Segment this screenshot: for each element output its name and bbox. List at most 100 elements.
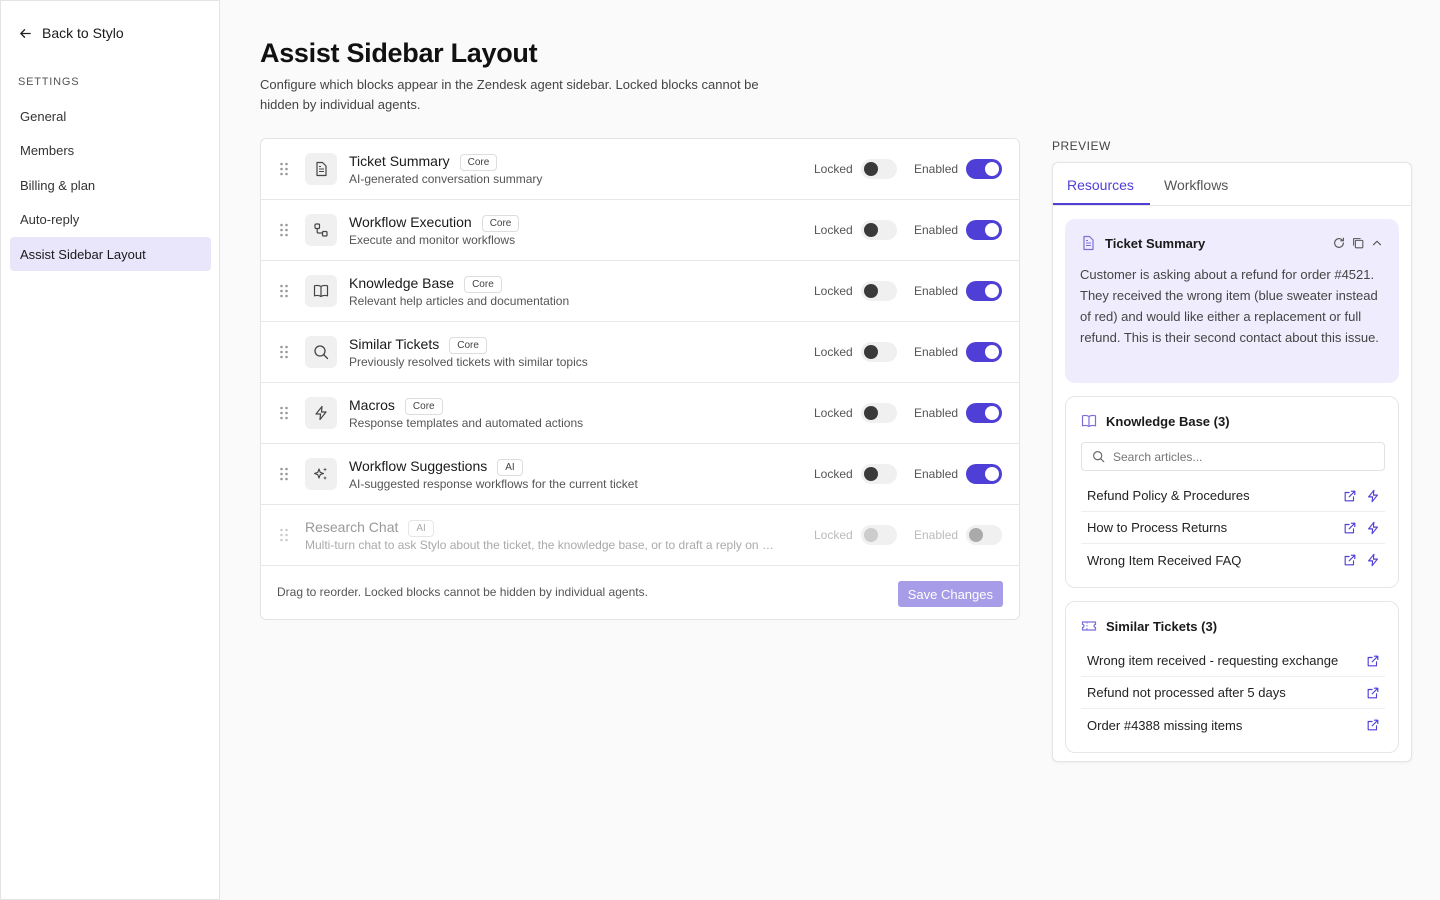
enabled-toggle[interactable] bbox=[966, 342, 1002, 362]
knowledge-base-title: Knowledge Base (3) bbox=[1106, 413, 1230, 429]
sparkles-icon bbox=[313, 467, 327, 480]
block-row[interactable]: Research Chat AI Multi-turn chat to ask St… bbox=[261, 505, 1019, 566]
block-row[interactable]: Knowledge Base Core Relevant help articles… bbox=[261, 261, 1019, 322]
toggle-knob bbox=[864, 528, 878, 542]
back-link[interactable]: Back to Stylo bbox=[18, 25, 124, 41]
chevron-up-icon[interactable] bbox=[1370, 236, 1384, 250]
locked-label: Locked bbox=[814, 284, 853, 298]
block-name: Workflow Suggestions AI bbox=[349, 458, 523, 476]
block-name: Workflow Execution Core bbox=[349, 214, 520, 232]
block-badge: AI bbox=[497, 459, 523, 476]
locked-toggle[interactable] bbox=[861, 342, 897, 362]
article-list: Refund Policy & Procedures How to Process… bbox=[1081, 480, 1385, 576]
ticket-icon bbox=[1081, 621, 1097, 631]
external-link-icon[interactable] bbox=[1343, 521, 1357, 535]
page-title: Assist Sidebar Layout bbox=[260, 38, 538, 68]
blocks-footer: Drag to reorder. Locked blocks cannot be… bbox=[261, 567, 1019, 620]
similar-ticket-list: Wrong item received - requesting exchang… bbox=[1081, 645, 1385, 741]
enabled-toggle[interactable] bbox=[966, 464, 1002, 484]
settings-nav: General Members Billing & plan Auto-repl… bbox=[10, 99, 211, 272]
page-subtitle: Configure which blocks appear in the Zen… bbox=[260, 77, 759, 112]
block-row[interactable]: Similar Tickets Core Previously resolved t… bbox=[261, 322, 1019, 383]
block-name: Ticket Summary Core bbox=[349, 153, 498, 171]
insert-lightning-icon[interactable] bbox=[1366, 521, 1380, 535]
block-row[interactable]: Workflow Suggestions AI AI-suggested respo… bbox=[261, 444, 1019, 505]
block-row[interactable]: Macros Core Response templates and automat… bbox=[261, 383, 1019, 444]
article-item[interactable]: Wrong Item Received FAQ bbox=[1081, 544, 1385, 576]
lightning-icon bbox=[315, 405, 327, 421]
drag-handle-icon[interactable] bbox=[279, 162, 289, 176]
similar-ticket-item[interactable]: Order #4388 missing items bbox=[1081, 709, 1385, 741]
copy-icon[interactable] bbox=[1351, 236, 1365, 250]
drag-handle-icon[interactable] bbox=[279, 406, 289, 420]
block-description: Previously resolved tickets with similar… bbox=[349, 355, 588, 369]
locked-toggle[interactable] bbox=[861, 403, 897, 423]
enabled-toggle[interactable] bbox=[966, 403, 1002, 423]
toggle-knob bbox=[985, 467, 999, 481]
nav-item-members[interactable]: Members bbox=[10, 134, 211, 168]
drag-handle-icon[interactable] bbox=[279, 223, 289, 237]
external-link-icon[interactable] bbox=[1366, 686, 1380, 700]
tab-workflows[interactable]: Workflows bbox=[1164, 177, 1228, 193]
locked-toggle bbox=[861, 525, 897, 545]
enabled-label: Enabled bbox=[914, 284, 959, 298]
external-link-icon[interactable] bbox=[1343, 489, 1357, 503]
nav-item-assist-sidebar-layout[interactable]: Assist Sidebar Layout bbox=[10, 237, 211, 271]
locked-toggle[interactable] bbox=[861, 220, 897, 240]
article-title: Wrong Item Received FAQ bbox=[1087, 552, 1242, 568]
external-link-icon[interactable] bbox=[1366, 654, 1380, 668]
insert-lightning-icon[interactable] bbox=[1366, 553, 1380, 567]
block-icon bbox=[305, 458, 337, 490]
block-description: Relevant help articles and documentation bbox=[349, 294, 570, 308]
tab-resources[interactable]: Resources bbox=[1067, 177, 1134, 193]
enabled-toggle[interactable] bbox=[966, 220, 1002, 240]
block-name-text: Ticket Summary bbox=[349, 153, 450, 169]
similar-ticket-title: Wrong item received - requesting exchang… bbox=[1087, 653, 1339, 668]
external-link-icon[interactable] bbox=[1366, 718, 1380, 732]
block-name-text: Knowledge Base bbox=[349, 275, 455, 291]
nav-item-auto-reply[interactable]: Auto-reply bbox=[10, 203, 211, 237]
similar-ticket-item[interactable]: Wrong item received - requesting exchang… bbox=[1081, 645, 1385, 677]
summary-actions bbox=[1332, 236, 1384, 250]
refresh-icon[interactable] bbox=[1332, 236, 1346, 250]
article-title: Refund Policy & Procedures bbox=[1087, 488, 1250, 503]
article-actions bbox=[1343, 553, 1380, 567]
article-search[interactable] bbox=[1081, 442, 1385, 471]
article-item[interactable]: How to Process Returns bbox=[1081, 512, 1385, 544]
insert-lightning-icon[interactable] bbox=[1366, 489, 1380, 503]
article-item[interactable]: Refund Policy & Procedures bbox=[1081, 480, 1385, 512]
block-name: Similar Tickets Core bbox=[349, 336, 487, 354]
enabled-label: Enabled bbox=[914, 223, 959, 237]
ticket-actions bbox=[1366, 718, 1380, 732]
nav-item-billing[interactable]: Billing & plan bbox=[10, 168, 211, 202]
save-changes-button[interactable]: Save Changes bbox=[897, 581, 1003, 607]
nav-item-general[interactable]: General bbox=[10, 99, 211, 133]
enabled-toggle[interactable] bbox=[966, 525, 1002, 545]
similar-ticket-item[interactable]: Refund not processed after 5 days bbox=[1081, 677, 1385, 709]
block-name: Macros Core bbox=[349, 397, 443, 415]
toggle-knob bbox=[985, 162, 999, 176]
enabled-toggle[interactable] bbox=[966, 281, 1002, 301]
drag-handle-icon[interactable] bbox=[279, 284, 289, 298]
block-row[interactable]: Workflow Execution Core Execute and monito… bbox=[261, 200, 1019, 261]
enabled-toggle[interactable] bbox=[966, 159, 1002, 179]
block-row[interactable]: Ticket Summary Core AI-generated conversat… bbox=[261, 139, 1019, 200]
preview-panel: Resources Workflows Ticket Summary Custo… bbox=[1052, 162, 1412, 762]
toggle-knob bbox=[864, 406, 878, 420]
drag-handle-icon[interactable] bbox=[279, 467, 289, 481]
enabled-label: Enabled bbox=[914, 467, 959, 481]
book-icon bbox=[1081, 414, 1097, 428]
locked-toggle[interactable] bbox=[861, 464, 897, 484]
document-icon bbox=[316, 161, 327, 177]
locked-label: Locked bbox=[814, 528, 853, 542]
locked-toggle[interactable] bbox=[861, 159, 897, 179]
preview-tabs: Resources Workflows bbox=[1053, 163, 1411, 206]
article-search-input[interactable] bbox=[1113, 449, 1373, 464]
drag-handle-icon[interactable] bbox=[279, 345, 289, 359]
drag-handle-icon[interactable] bbox=[279, 528, 289, 542]
search-icon bbox=[314, 345, 329, 360]
external-link-icon[interactable] bbox=[1343, 553, 1357, 567]
toggle-knob bbox=[985, 223, 999, 237]
ticket-summary-card: Ticket Summary Customer is asking about … bbox=[1065, 219, 1399, 383]
locked-toggle[interactable] bbox=[861, 281, 897, 301]
